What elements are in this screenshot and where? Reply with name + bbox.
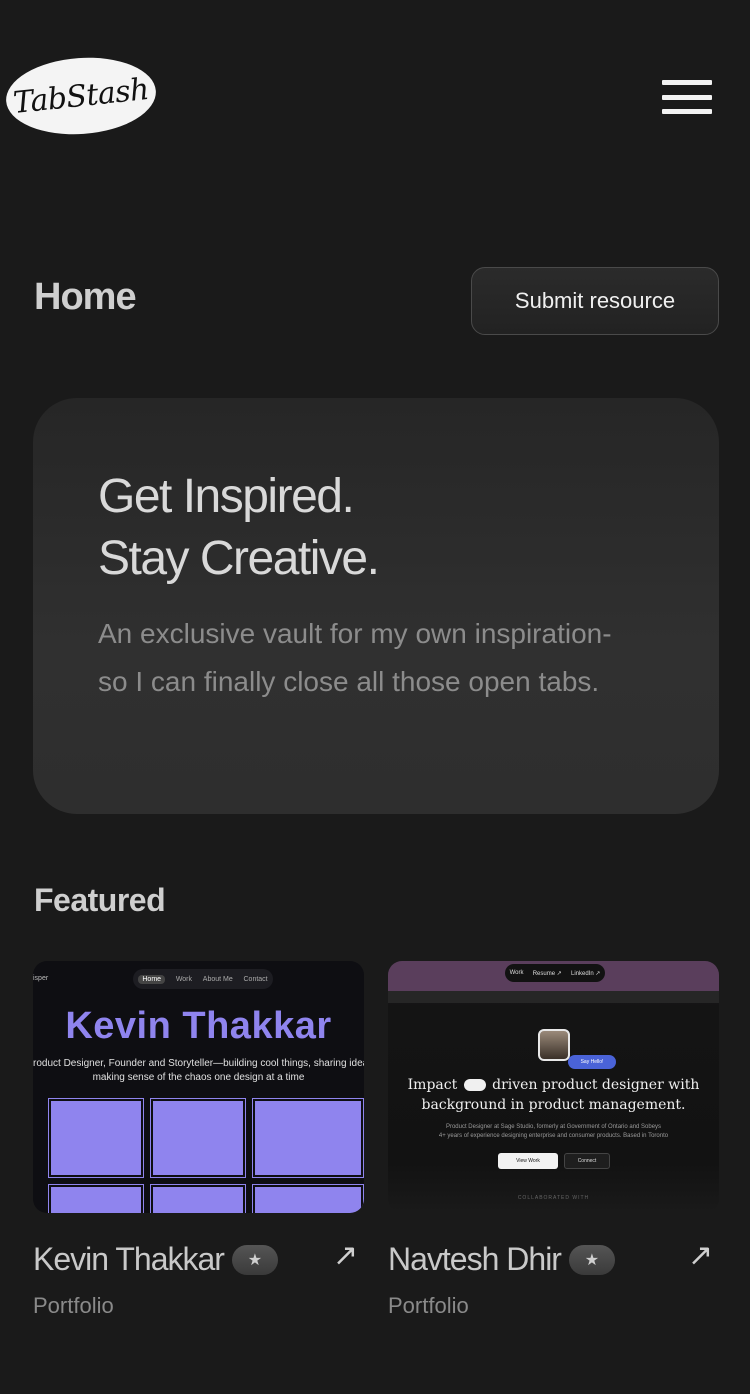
- star-icon: ★: [231, 1244, 278, 1275]
- site-header: TabStash: [0, 0, 750, 200]
- illustration-tile: [252, 1098, 364, 1178]
- hero-heading-line-1: Get Inspired.: [98, 470, 355, 523]
- menu-line: [662, 94, 712, 100]
- hero-description: An exclusive vault for my own inspiratio…: [98, 618, 612, 697]
- preview-description-line: Product Designer at Sage Studio, formerl…: [445, 1124, 662, 1130]
- menu-line: [662, 80, 712, 85]
- illustration-tile: [150, 1098, 246, 1178]
- preview-nav: Home Work About Me Contact: [133, 969, 273, 989]
- preview-nav-item: Resume ↗: [532, 970, 562, 977]
- card-category: Portfolio: [388, 1293, 469, 1318]
- preview-headline-word: Impact: [407, 1077, 458, 1093]
- illustration-tile: [48, 1098, 144, 1178]
- hero-heading-line-2: Stay Creative.: [98, 532, 380, 585]
- logo-text: TabStash: [11, 71, 151, 121]
- submit-resource-button[interactable]: Submit resource: [471, 267, 719, 335]
- preview-footer: COLLABORATED WITH: [517, 1195, 590, 1201]
- preview-nav-item: LinkedIn ↗: [570, 970, 601, 977]
- featured-card-kevin-thakkar[interactable]: isper Home Work About Me Contact Kevin T…: [33, 961, 364, 1318]
- preview-headline-word: driven product designer with: [492, 1077, 700, 1093]
- preview-nav-item: Work: [175, 975, 193, 983]
- featured-heading: Featured: [34, 882, 166, 918]
- preview-headline-line: Impact driven product designer with: [388, 1075, 719, 1095]
- preview-view-work-button: View Work: [498, 1153, 558, 1169]
- card-title[interactable]: Kevin Thakkar: [33, 1241, 225, 1278]
- preview-nav-item: Home: [138, 974, 166, 984]
- preview-nav-item: Work: [509, 970, 524, 976]
- preview-title: Kevin Thakkar: [65, 1005, 332, 1047]
- preview-browser-bar: [388, 991, 719, 1003]
- preview-nav: Work Resume ↗ LinkedIn ↗: [505, 964, 605, 982]
- card-title-row: Navtesh Dhir ★: [388, 1241, 615, 1278]
- preview-headline: Impact driven product designer with back…: [388, 1075, 719, 1115]
- preview-description-line: 4+ years of experience designing enterpr…: [438, 1133, 669, 1139]
- card-title-row: Kevin Thakkar ★: [33, 1241, 278, 1278]
- hero-heading: Get Inspired. Stay Creative.: [98, 466, 380, 590]
- illustration-tile: [252, 1184, 364, 1213]
- preview-connect-button: Connect: [564, 1153, 610, 1169]
- illustration-tile: [48, 1184, 144, 1213]
- preview-headline-line: background in product management.: [421, 1097, 686, 1113]
- external-link-arrow-icon[interactable]: ↗: [333, 1241, 363, 1271]
- preview-subtitle-line: making sense of the chaos one design at …: [92, 1072, 305, 1083]
- hamburger-menu-icon[interactable]: [662, 80, 712, 114]
- preview-tag: Say Hello!: [568, 1055, 616, 1069]
- page-title: Home: [34, 276, 137, 318]
- preview-nav-item: About Me: [202, 975, 233, 983]
- card-category: Portfolio: [33, 1293, 114, 1318]
- preview-illustration-grid: [47, 1097, 364, 1213]
- card-title[interactable]: Navtesh Dhir: [388, 1241, 562, 1278]
- card-thumbnail[interactable]: Work Resume ↗ LinkedIn ↗ Say Hello! Impa…: [388, 961, 719, 1213]
- star-icon: ★: [568, 1244, 615, 1275]
- card-thumbnail[interactable]: isper Home Work About Me Contact Kevin T…: [33, 961, 364, 1213]
- hero-card: [33, 398, 719, 814]
- trend-pill-icon: [463, 1079, 486, 1091]
- illustration-tile: [150, 1184, 246, 1213]
- preview-nav-item: Contact: [243, 975, 268, 983]
- logo[interactable]: TabStash: [3, 52, 159, 140]
- preview-corner-text: isper: [33, 975, 49, 982]
- preview-subtitle: roduct Designer, Founder and Storyteller…: [33, 1057, 364, 1085]
- featured-card-navtesh-dhir[interactable]: Work Resume ↗ LinkedIn ↗ Say Hello! Impa…: [388, 961, 719, 1318]
- preview-description: Product Designer at Sage Studio, formerl…: [388, 1123, 719, 1141]
- avatar: [538, 1029, 570, 1061]
- preview-subtitle-line: roduct Designer, Founder and Storyteller…: [33, 1058, 364, 1069]
- external-link-arrow-icon[interactable]: ↗: [688, 1241, 718, 1271]
- menu-line: [662, 109, 712, 114]
